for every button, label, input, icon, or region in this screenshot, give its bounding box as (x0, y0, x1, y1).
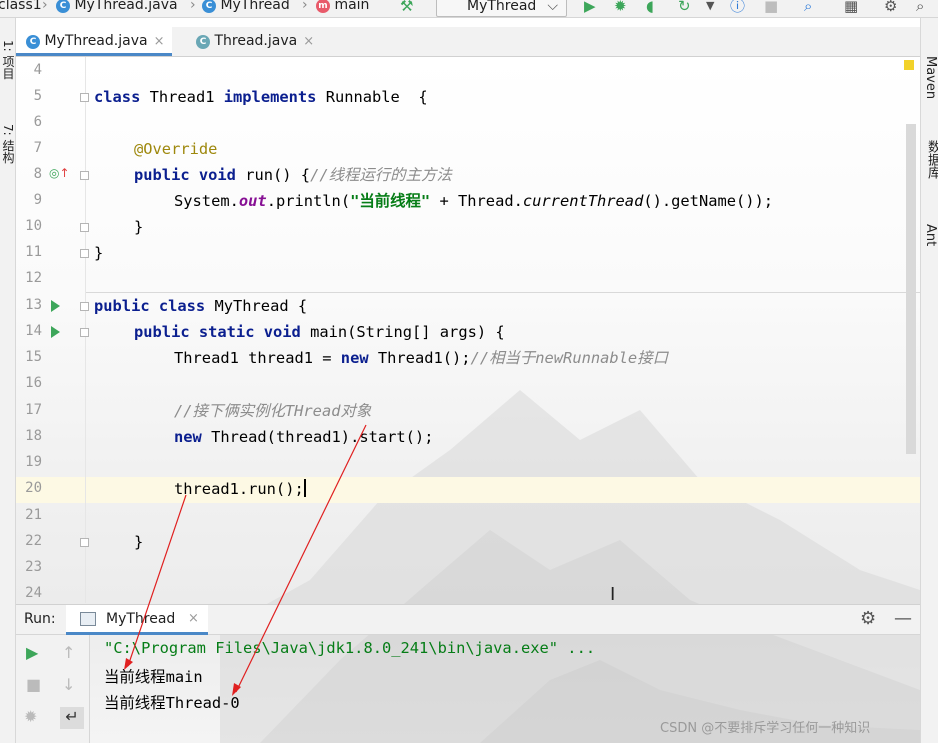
arrowhead (124, 658, 133, 670)
annotation-arrows (124, 424, 367, 696)
annotation-arrow (235, 424, 367, 693)
annotation-arrow (127, 494, 187, 667)
